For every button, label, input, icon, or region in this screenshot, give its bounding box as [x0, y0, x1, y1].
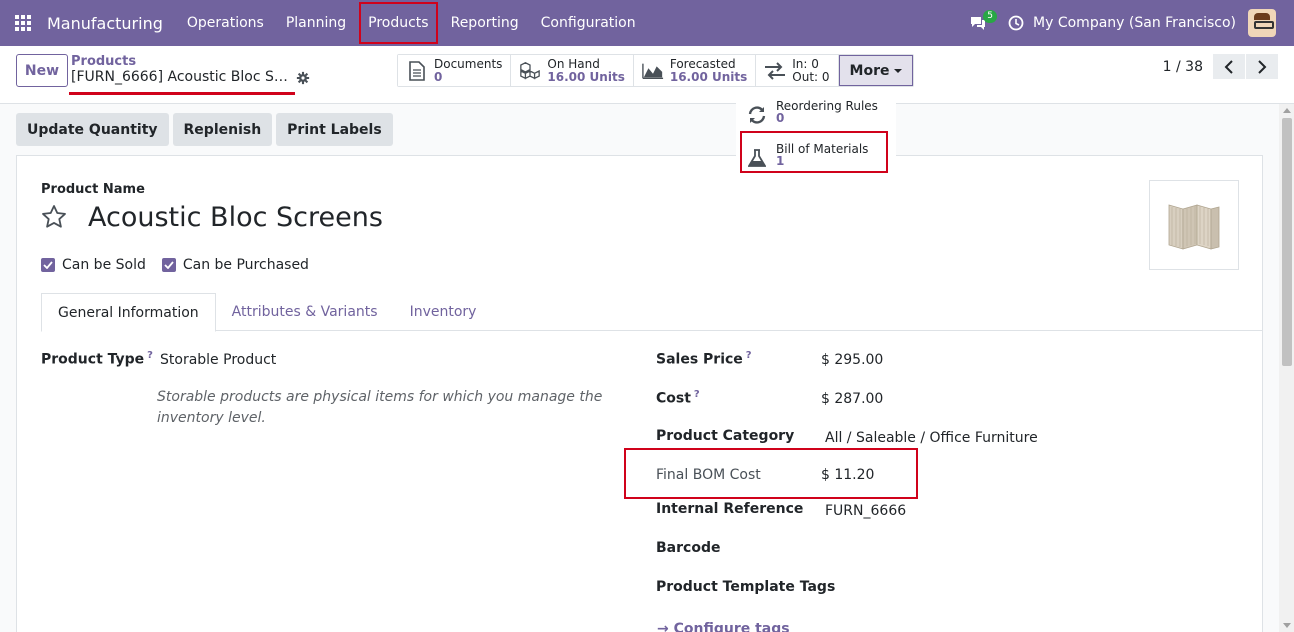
final-bom-cost-label: Final BOM Cost	[656, 467, 761, 483]
checkbox-checked-icon	[41, 258, 55, 272]
product-template-tags-label: Product Template Tags	[656, 579, 836, 595]
can-be-sold-label: Can be Sold	[62, 257, 146, 273]
can-be-purchased-checkbox[interactable]: Can be Purchased	[161, 257, 309, 273]
forecasted-label: Forecasted	[669, 56, 736, 71]
reordering-rules-label: Reordering Rules	[776, 99, 878, 113]
exchange-icon	[764, 60, 786, 82]
area-chart-icon	[642, 60, 664, 82]
pager-value[interactable]: 1 / 38	[1163, 59, 1203, 75]
update-quantity-button[interactable]: Update Quantity	[16, 113, 169, 146]
can-be-purchased-label: Can be Purchased	[182, 257, 309, 273]
chevron-left-icon	[1224, 59, 1233, 74]
document-icon	[406, 60, 428, 82]
can-be-sold-checkbox[interactable]: Can be Sold	[41, 257, 146, 273]
documents-value: 0	[434, 69, 443, 84]
print-labels-button[interactable]: Print Labels	[276, 113, 393, 146]
notebook-tabs: General Information Attributes & Variant…	[41, 293, 1262, 332]
chevron-right-icon	[1258, 59, 1267, 74]
breadcrumb-products[interactable]: Products	[71, 54, 136, 69]
scroll-down-arrow-icon[interactable]	[1283, 623, 1291, 628]
help-tooltip-icon[interactable]: ?	[147, 350, 153, 361]
more-dropdown-menu: Reordering Rules 0 Bill of Materials 1	[736, 90, 896, 176]
cost-field[interactable]: $ 287.00	[821, 391, 883, 407]
menu-planning[interactable]: Planning	[275, 0, 357, 46]
product-name-field[interactable]: Acoustic Bloc Screens	[88, 202, 383, 233]
in-count: In: 0	[792, 56, 819, 71]
star-icon[interactable]	[41, 204, 67, 230]
control-panel: New Products [FURN_6666] Acoustic Bloc S…	[0, 46, 1294, 104]
refresh-icon	[746, 104, 768, 126]
tab-general-information[interactable]: General Information	[41, 293, 216, 332]
product-category-label: Product Category	[656, 428, 795, 444]
barcode-label: Barcode	[656, 540, 721, 556]
more-dropdown-button[interactable]: More	[838, 55, 914, 86]
chat-count-badge: 5	[983, 10, 998, 23]
out-count: Out: 0	[792, 69, 830, 84]
menu-operations[interactable]: Operations	[176, 0, 275, 46]
final-bom-cost-value: $ 11.20	[821, 467, 875, 483]
reordering-rules-value: 0	[776, 111, 785, 125]
product-type-hint: Storable products are physical items for…	[157, 389, 603, 426]
product-name-label: Product Name	[41, 182, 145, 197]
product-category-field[interactable]: All / Saleable / Office Furniture	[825, 430, 1038, 446]
more-label: More	[849, 62, 890, 79]
in-out-stat-button[interactable]: In: 0 Out: 0	[756, 55, 839, 86]
breadcrumb-highlight-underline	[69, 92, 295, 95]
product-checkboxes: Can be Sold Can be Purchased	[41, 257, 309, 273]
configure-tags-link[interactable]: → Configure tags	[657, 621, 790, 632]
sales-price-field[interactable]: $ 295.00	[821, 352, 883, 368]
product-image[interactable]	[1149, 180, 1239, 270]
tab-inventory[interactable]: Inventory	[394, 293, 493, 331]
documents-stat-button[interactable]: Documents 0	[398, 55, 512, 86]
arrow-right-icon: →	[657, 621, 674, 632]
bill-of-materials-button[interactable]: Bill of Materials 1	[740, 137, 890, 175]
pager-next-button[interactable]	[1246, 54, 1278, 79]
flask-icon	[746, 147, 768, 169]
form-sheet: Product Name Acoustic Bloc Screens Can b…	[16, 155, 1263, 632]
help-tooltip-icon[interactable]: ?	[694, 389, 700, 400]
checkbox-checked-icon	[161, 258, 176, 272]
action-buttons: Update Quantity Replenish Print Labels	[16, 113, 393, 146]
sales-price-label: Sales Price?	[656, 350, 752, 368]
help-tooltip-icon[interactable]: ?	[746, 350, 752, 361]
on-hand-stat-button[interactable]: On Hand 16.00 Units	[511, 55, 634, 86]
menu-reporting[interactable]: Reporting	[440, 0, 530, 46]
documents-label: Documents	[434, 56, 503, 71]
top-navbar: Manufacturing Operations Planning Produc…	[0, 0, 1294, 46]
product-type-field[interactable]: Storable Product	[160, 352, 276, 368]
forecasted-stat-button[interactable]: Forecasted 16.00 Units	[633, 55, 757, 86]
scrollbar-thumb[interactable]	[1282, 118, 1292, 366]
on-hand-label: On Hand	[547, 56, 600, 71]
user-avatar[interactable]	[1248, 9, 1276, 37]
chevron-down-icon	[894, 68, 903, 73]
replenish-button[interactable]: Replenish	[172, 113, 273, 146]
new-button[interactable]: New	[16, 54, 68, 87]
smart-buttons: Documents 0 On Hand 16.00 Units Forecasted…	[397, 54, 915, 87]
apps-menu-icon[interactable]	[0, 0, 46, 46]
pager-previous-button[interactable]	[1213, 54, 1245, 79]
pager: 1 / 38	[1163, 54, 1278, 79]
chat-icon[interactable]: 5	[963, 0, 998, 46]
product-type-label: Product Type?	[41, 350, 153, 368]
gear-icon[interactable]	[296, 71, 310, 85]
clock-icon[interactable]	[1001, 0, 1031, 46]
tab-attributes-variants[interactable]: Attributes & Variants	[216, 293, 394, 331]
menu-configuration[interactable]: Configuration	[530, 0, 647, 46]
on-hand-value: 16.00 Units	[547, 69, 625, 84]
company-switcher[interactable]: My Company (San Francisco)	[1033, 15, 1236, 31]
breadcrumb-current-record: [FURN_6666] Acoustic Bloc Screens	[71, 69, 291, 85]
cubes-icon	[519, 60, 541, 82]
bill-of-materials-label: Bill of Materials	[776, 142, 869, 156]
bill-of-materials-value: 1	[776, 154, 785, 168]
forecasted-value: 16.00 Units	[669, 69, 748, 84]
folding-screen-image-icon	[1168, 204, 1220, 250]
reordering-rules-button[interactable]: Reordering Rules 0	[740, 94, 890, 132]
menu-products[interactable]: Products	[357, 0, 439, 46]
cost-label: Cost?	[656, 389, 700, 407]
internal-reference-label: Internal Reference	[656, 501, 804, 517]
app-brand[interactable]: Manufacturing	[47, 14, 163, 33]
internal-reference-field[interactable]: FURN_6666	[825, 503, 906, 519]
scroll-up-arrow-icon[interactable]	[1283, 108, 1291, 113]
